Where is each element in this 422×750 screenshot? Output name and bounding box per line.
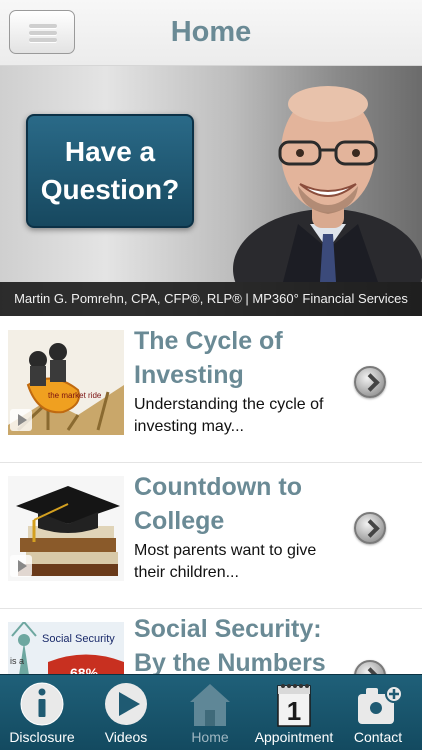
- social-security-prefix: is a: [10, 656, 24, 666]
- menu-icon: [29, 24, 57, 28]
- list-item[interactable]: the market ride The Cycle of Investing U…: [0, 316, 422, 462]
- video-thumbnail[interactable]: Social Security is a 68%: [8, 622, 124, 674]
- tab-label: Videos: [104, 729, 148, 745]
- tab-home[interactable]: Home: [168, 675, 252, 750]
- tab-bar: Disclosure Videos Home 1 Appointment Con…: [0, 674, 422, 750]
- tab-disclosure[interactable]: Disclosure: [0, 675, 84, 750]
- header-bar: Home: [0, 0, 422, 66]
- chevron-right-icon[interactable]: [354, 366, 386, 398]
- tab-label: Home: [191, 729, 229, 745]
- tab-label: Contact: [353, 729, 403, 745]
- tab-videos[interactable]: Videos: [84, 675, 168, 750]
- social-security-text: Social Security: [42, 633, 115, 645]
- have-a-question-button[interactable]: Have a Question?: [26, 114, 194, 228]
- play-icon: [10, 409, 32, 431]
- chevron-right-icon[interactable]: [354, 512, 386, 544]
- play-icon: [105, 683, 147, 725]
- item-description: Understanding the cycle of investing may…: [134, 396, 324, 435]
- tab-label: Appointment: [254, 729, 334, 745]
- tab-label: Disclosure: [9, 729, 75, 745]
- item-title[interactable]: Social Security: By the Numbers: [134, 612, 344, 674]
- advisor-photo: [233, 86, 422, 282]
- calendar-icon: 1: [277, 684, 311, 727]
- item-title[interactable]: The Cycle of Investing: [134, 324, 344, 392]
- social-security-image: Social Security is a 68%: [8, 622, 124, 674]
- item-title[interactable]: Countdown to College: [134, 470, 344, 538]
- advisor-caption: Martin G. Pomrehn, CPA, CFP®, RLP® | MP3…: [14, 291, 408, 306]
- tab-contact[interactable]: Contact: [336, 675, 420, 750]
- question-label: Have a Question?: [40, 136, 180, 205]
- home-icon: [190, 684, 230, 726]
- info-icon: [20, 682, 64, 726]
- play-icon: [10, 555, 32, 577]
- contact-icon: [358, 685, 403, 724]
- tab-appointment[interactable]: 1 Appointment: [252, 675, 336, 750]
- page-title: Home: [170, 16, 252, 48]
- video-thumbnail[interactable]: [8, 476, 124, 581]
- market-ride-text: the market ride: [48, 391, 102, 400]
- menu-button[interactable]: [9, 10, 75, 54]
- list-item[interactable]: Countdown to College Most parents want t…: [0, 462, 422, 608]
- percent-text: 68%: [70, 665, 99, 674]
- item-description: Most parents want to give their children…: [134, 542, 317, 581]
- video-thumbnail[interactable]: the market ride: [8, 330, 124, 435]
- list-item[interactable]: Social Security is a 68% Social Security…: [0, 608, 422, 674]
- chevron-right-icon[interactable]: [354, 660, 386, 674]
- caption-bar: Martin G. Pomrehn, CPA, CFP®, RLP® | MP3…: [0, 282, 422, 316]
- svg-text:1: 1: [287, 696, 301, 726]
- hero-banner[interactable]: Have a Question? Martin G. Pomrehn, CPA,…: [0, 66, 422, 316]
- article-list[interactable]: the market ride The Cycle of Investing U…: [0, 316, 422, 674]
